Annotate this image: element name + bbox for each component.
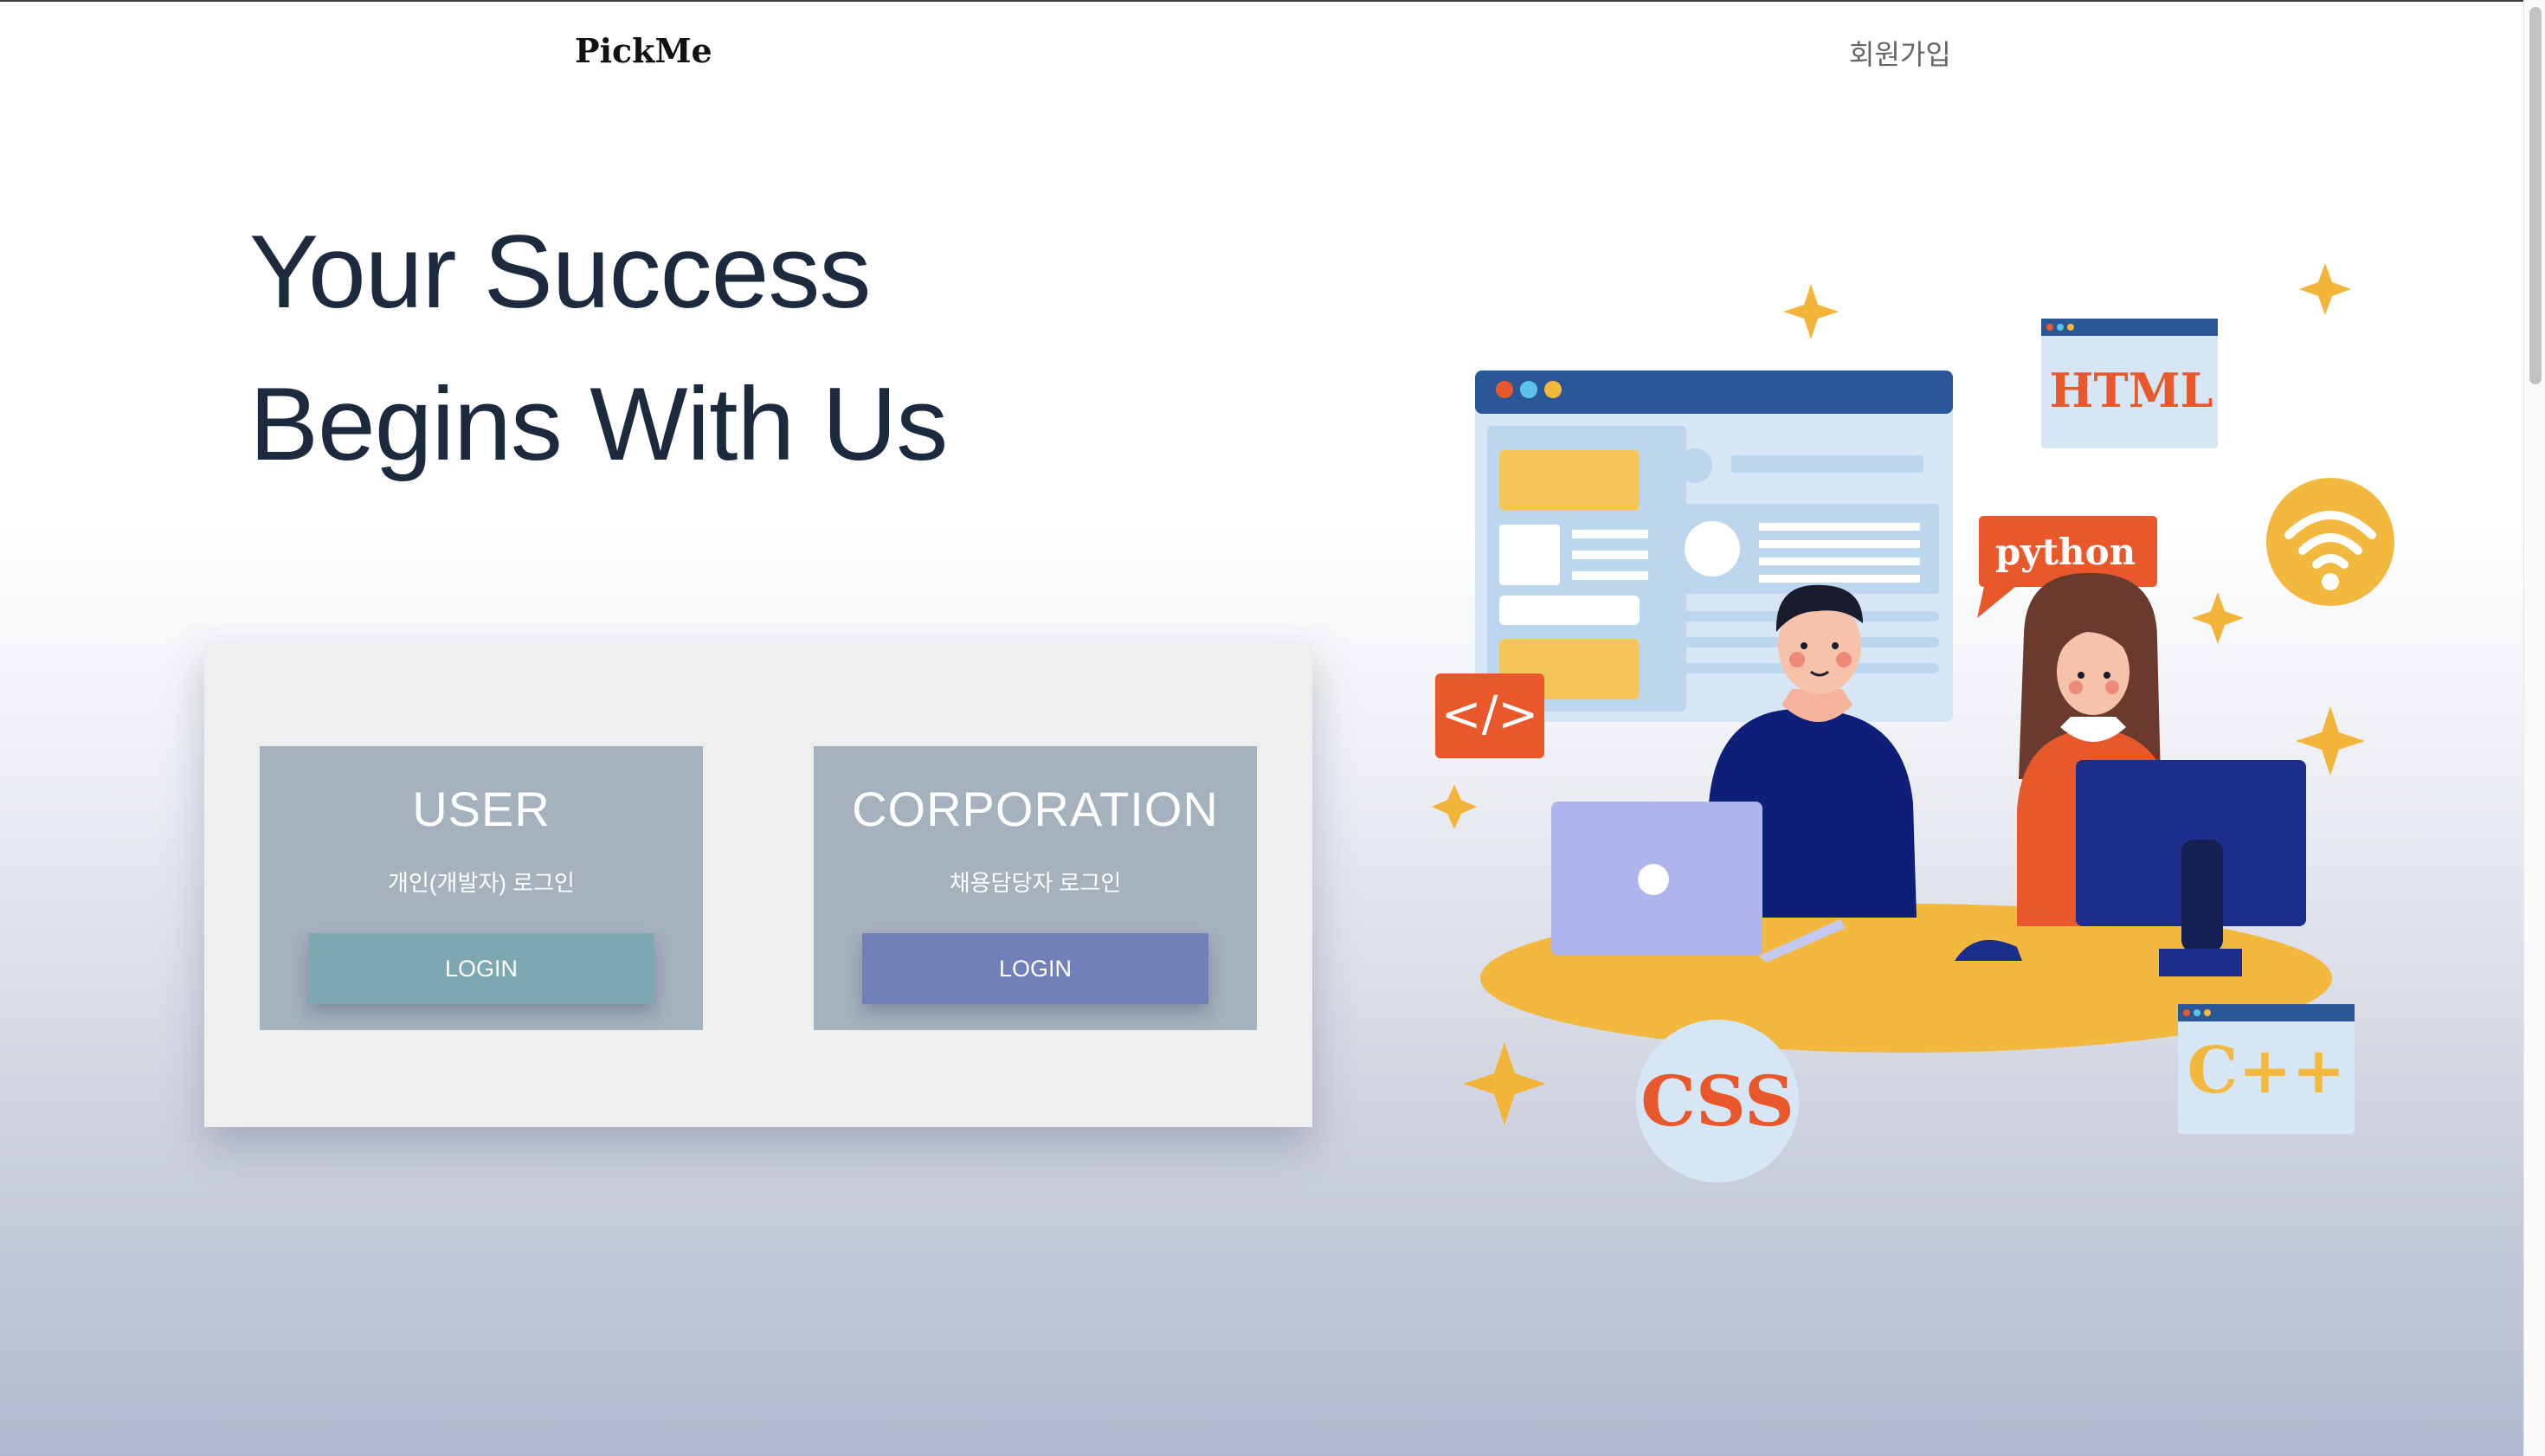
site-logo[interactable]: PickMe <box>575 31 712 70</box>
code-badge-text: </> <box>1441 686 1539 743</box>
hero-title: Your Success Begins With Us <box>249 196 948 500</box>
signup-link[interactable]: 회원가입 <box>1849 33 1951 73</box>
window-top-border <box>0 0 2545 2</box>
wifi-icon <box>2266 478 2394 606</box>
css-badge: CSS <box>1636 1020 1799 1182</box>
hero-title-line1: Your Success <box>249 214 871 330</box>
scrollbar[interactable] <box>2523 0 2545 1456</box>
scrollbar-thumb[interactable] <box>2529 7 2542 384</box>
cpp-badge-text: C++ <box>2187 1034 2346 1108</box>
hero-illustration: </> HTML python CSS C++ <box>1420 260 2406 1212</box>
corporation-login-card: CORPORATION 채용담당자 로그인 LOGIN <box>814 746 1257 1030</box>
hero-title-line2: Begins With Us <box>249 366 948 482</box>
user-card-title: USER <box>412 782 551 836</box>
login-panel: USER 개인(개발자) 로그인 LOGIN CORPORATION 채용담당자… <box>204 642 1312 1127</box>
user-login-card: USER 개인(개발자) 로그인 LOGIN <box>260 746 703 1030</box>
corporation-login-button[interactable]: LOGIN <box>862 933 1208 1004</box>
corporation-card-title: CORPORATION <box>852 782 1219 836</box>
corporation-card-subtitle: 채용담당자 로그인 <box>949 870 1122 896</box>
html-badge: HTML <box>2041 319 2218 448</box>
developers-illustration: </> HTML python CSS C++ <box>1432 263 2394 1182</box>
html-badge-text: HTML <box>2050 363 2213 418</box>
user-card-subtitle: 개인(개발자) 로그인 <box>388 870 575 896</box>
code-icon: </> <box>1435 673 1544 758</box>
browser-window-icon <box>1475 370 1953 722</box>
python-badge-text: python <box>1995 531 2136 573</box>
cpp-badge: C++ <box>2178 1004 2355 1134</box>
user-login-button[interactable]: LOGIN <box>308 933 654 1004</box>
css-badge-text: CSS <box>1640 1060 1794 1142</box>
